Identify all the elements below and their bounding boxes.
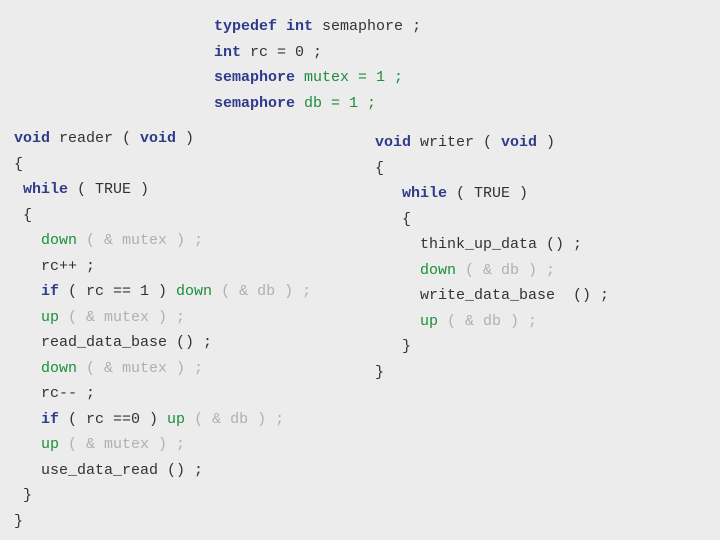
typedef-line: typedef int semaphore ; [214, 14, 706, 40]
fn-down: down [41, 232, 77, 249]
fn-up: up [420, 313, 438, 330]
fn-down: down [420, 262, 456, 279]
while-cond: ( TRUE ) [447, 185, 528, 202]
write-db-call: write_data_base () ; [375, 283, 706, 309]
kw-typedef: typedef [214, 18, 277, 35]
brace-close: } [14, 509, 345, 535]
fn-up: up [41, 309, 59, 326]
brace-open: { [375, 156, 706, 182]
reader-function: void reader ( void ) { while ( TRUE ) { … [14, 126, 345, 534]
kw-int: int [286, 18, 313, 35]
brace-open: { [14, 152, 345, 178]
down-args: ( & mutex ) ; [77, 232, 203, 249]
writer-signature: void writer ( void ) [375, 130, 706, 156]
sig-close: ) [537, 134, 555, 151]
brace-close: } [375, 360, 706, 386]
if-rc-1: if ( rc == 1 ) down ( & db ) ; [14, 279, 345, 305]
code-columns: void reader ( void ) { while ( TRUE ) { … [14, 126, 706, 534]
if-cond: ( rc ==0 ) [59, 411, 167, 428]
db-rest: db = 1 ; [295, 95, 376, 112]
kw-int: int [214, 44, 241, 61]
if-cond: ( rc == 1 ) [59, 283, 176, 300]
fn-up: up [167, 411, 185, 428]
reader-name: reader ( [50, 130, 140, 147]
down-db-args: ( & db ) ; [212, 283, 311, 300]
brace-open-inner: { [14, 203, 345, 229]
kw-while: while [23, 181, 68, 198]
up-mutex-2: up ( & mutex ) ; [14, 432, 345, 458]
db-decl-line: semaphore db = 1 ; [214, 91, 706, 117]
rc-decl-line: int rc = 0 ; [214, 40, 706, 66]
down-mutex-2: down ( & mutex ) ; [14, 356, 345, 382]
writer-function: void writer ( void ) { while ( TRUE ) { … [375, 126, 706, 534]
up-args: ( & mutex ) ; [59, 436, 185, 453]
global-declarations: typedef int semaphore ; int rc = 0 ; sem… [214, 14, 706, 116]
kw-void: void [501, 134, 537, 151]
reader-signature: void reader ( void ) [14, 126, 345, 152]
mutex-decl-line: semaphore mutex = 1 ; [214, 65, 706, 91]
down-args: ( & mutex ) ; [77, 360, 203, 377]
down-mutex-1: down ( & mutex ) ; [14, 228, 345, 254]
fn-up: up [41, 436, 59, 453]
kw-void: void [375, 134, 411, 151]
up-args: ( & db ) ; [438, 313, 537, 330]
kw-void: void [14, 130, 50, 147]
down-db: down ( & db ) ; [375, 258, 706, 284]
kw-if: if [41, 283, 59, 300]
while-line: while ( TRUE ) [14, 177, 345, 203]
kw-void: void [140, 130, 176, 147]
rc-rest: rc = 0 ; [241, 44, 322, 61]
mutex-rest: mutex = 1 ; [295, 69, 403, 86]
kw-semaphore: semaphore [214, 95, 295, 112]
kw-while: while [402, 185, 447, 202]
kw-if: if [41, 411, 59, 428]
rc-increment: rc++ ; [14, 254, 345, 280]
while-line: while ( TRUE ) [375, 181, 706, 207]
think-up-call: think_up_data () ; [375, 232, 706, 258]
up-db-args: ( & db ) ; [185, 411, 284, 428]
fn-down: down [41, 360, 77, 377]
typedef-rest: semaphore ; [313, 18, 421, 35]
brace-close-inner: } [375, 334, 706, 360]
down-args: ( & db ) ; [456, 262, 555, 279]
up-args: ( & mutex ) ; [59, 309, 185, 326]
kw-semaphore: semaphore [214, 69, 295, 86]
rc-decrement: rc-- ; [14, 381, 345, 407]
fn-down: down [176, 283, 212, 300]
use-data-call: use_data_read () ; [14, 458, 345, 484]
sig-close: ) [176, 130, 194, 147]
if-rc-0: if ( rc ==0 ) up ( & db ) ; [14, 407, 345, 433]
up-mutex-1: up ( & mutex ) ; [14, 305, 345, 331]
up-db: up ( & db ) ; [375, 309, 706, 335]
read-db-call: read_data_base () ; [14, 330, 345, 356]
writer-name: writer ( [411, 134, 501, 151]
brace-open-inner: { [375, 207, 706, 233]
while-cond: ( TRUE ) [68, 181, 149, 198]
brace-close-inner: } [14, 483, 345, 509]
